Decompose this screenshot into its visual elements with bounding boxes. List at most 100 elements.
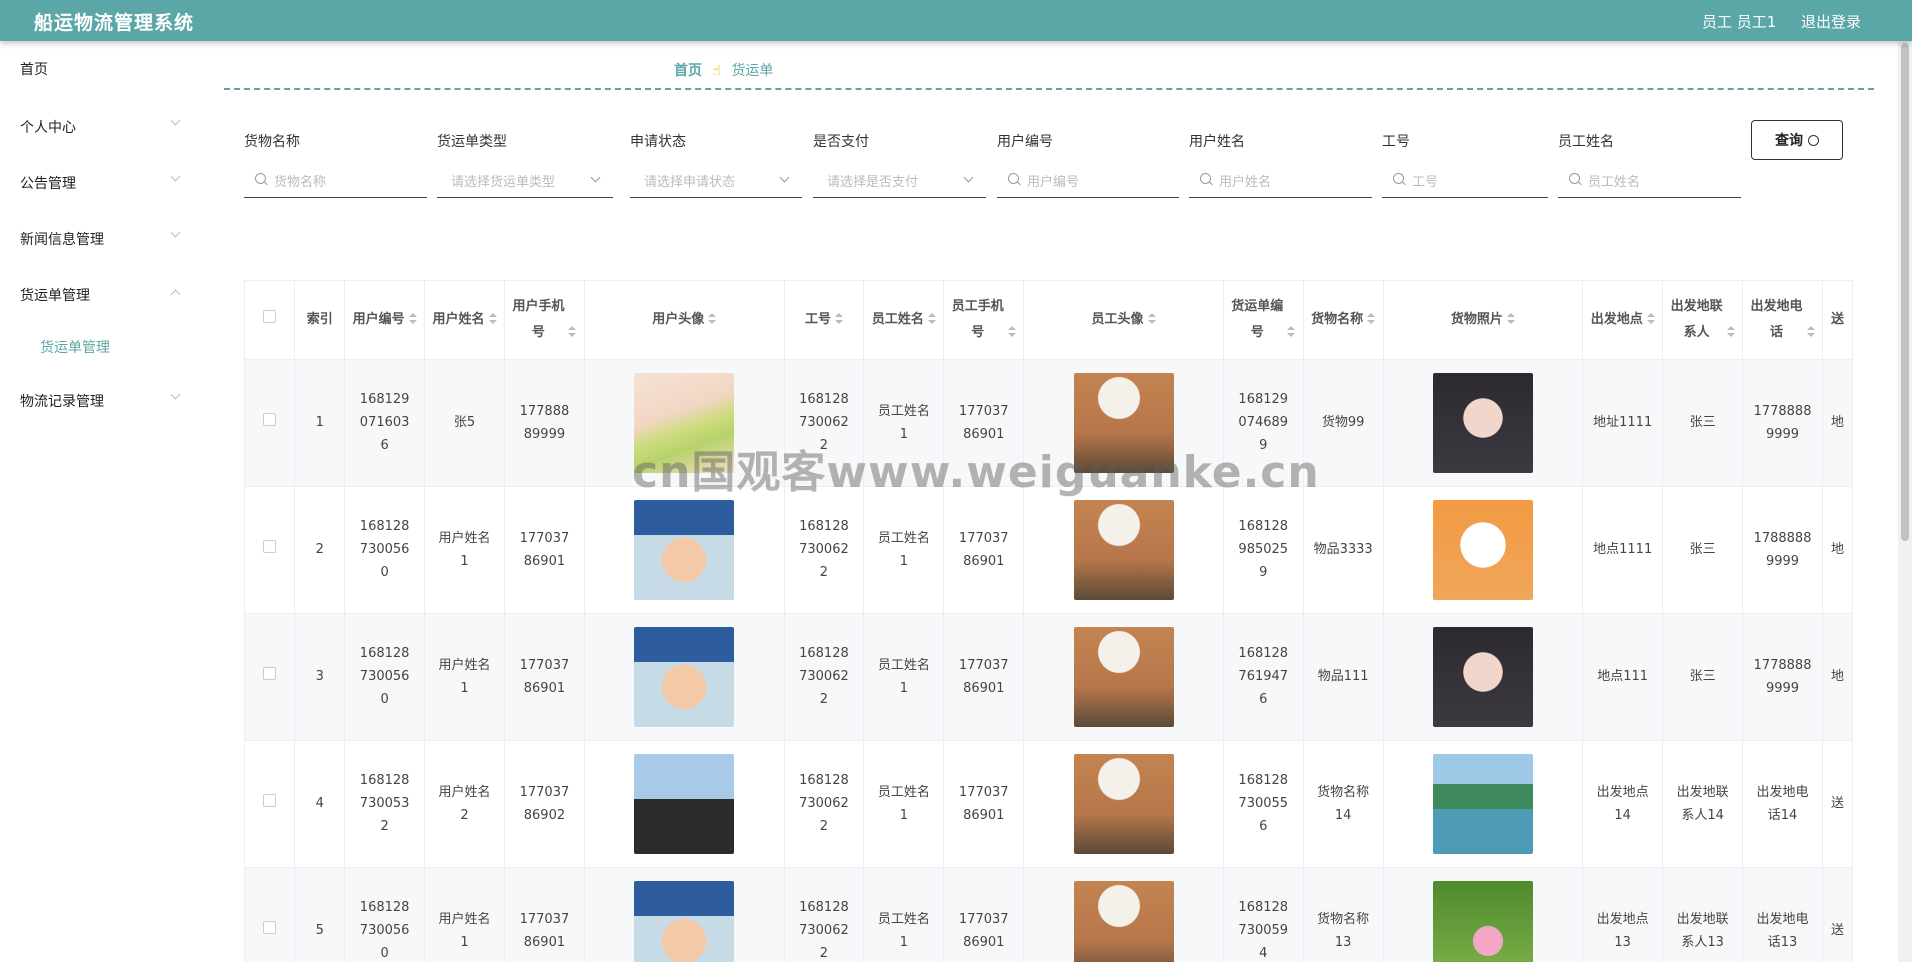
col-header-user-phone[interactable]: 用户手机号 <box>504 281 585 360</box>
col-header-order-no[interactable]: 货运单编号 <box>1223 281 1304 360</box>
staff-avatar-image[interactable] <box>1073 753 1174 854</box>
chevron-down-icon <box>170 227 181 238</box>
row-select-cell[interactable] <box>245 359 296 487</box>
cell-goods-name-text: 物品111 <box>1317 669 1369 684</box>
staff-avatar-image[interactable] <box>1073 372 1174 473</box>
is-paid-select[interactable]: 请选择是否支付 <box>813 162 986 198</box>
table-row[interactable]: 1 1681290716036 张5 17788889999 1681287300622… <box>245 359 1853 487</box>
cell-user-avatar <box>584 486 785 614</box>
staff-name-input[interactable]: 员工姓名 <box>1558 162 1741 198</box>
cell-goods-photo <box>1383 613 1584 741</box>
user-avatar-image[interactable] <box>634 372 735 473</box>
goods-photo-image[interactable] <box>1432 499 1533 600</box>
user-no-placeholder: 用户编号 <box>1027 175 1080 190</box>
col-header-staff-avatar[interactable]: 员工头像 <box>1023 281 1224 360</box>
sort-icon <box>1646 313 1655 325</box>
cell-from-phone-text: 17788889999 <box>1753 657 1812 696</box>
goods-photo-image[interactable] <box>1432 753 1533 854</box>
goods-name-input[interactable]: 货物名称 <box>244 162 427 198</box>
cell-user-no-text: 1681287300560 <box>359 519 410 580</box>
cell-from-place: 地点111 <box>1582 613 1664 741</box>
cell-order-no: 1681289850259 <box>1223 486 1304 614</box>
waybill-table: 索引 用户编号 用户姓名 用户手机号 用户头像 工号 员工姓名 员工手机号 员工… <box>244 280 1853 962</box>
filter-label-user-name: 用户姓名 <box>1189 134 1245 150</box>
search-icon <box>1393 173 1404 184</box>
col-header-staff-no[interactable]: 工号 <box>784 281 865 360</box>
user-name-input[interactable]: 用户姓名 <box>1189 162 1372 198</box>
goods-photo-image[interactable] <box>1432 372 1533 473</box>
apply-status-select[interactable]: 请选择申请状态 <box>630 162 802 198</box>
breadcrumb-home-link[interactable]: 首页 <box>674 63 702 79</box>
col-header-user-avatar[interactable]: 用户头像 <box>584 281 785 360</box>
top-header-bar: 船运物流管理系统 员工 员工1 退出登录 <box>0 0 1912 41</box>
waybill-type-select[interactable]: 请选择货运单类型 <box>437 162 613 198</box>
sidebar-item-logistics-records[interactable]: 物流记录管理 <box>20 391 104 411</box>
row-checkbox[interactable] <box>263 667 277 680</box>
table-row[interactable]: 5 1681287300560 用户姓名1 17703786901 1681287300… <box>245 867 1853 962</box>
row-checkbox[interactable] <box>263 921 277 934</box>
col-header-from-contact[interactable]: 出发地联系人 <box>1662 281 1744 360</box>
cell-from-phone-text: 出发地电话14 <box>1756 784 1809 823</box>
table-row[interactable]: 2 1681287300560 用户姓名1 17703786901 1681287300… <box>245 486 1853 614</box>
col-header-from-place[interactable]: 出发地点 <box>1582 281 1664 360</box>
cell-to-partial: 地 <box>1822 613 1853 741</box>
cell-from-place-text: 出发地点13 <box>1596 911 1649 950</box>
user-avatar-image[interactable] <box>634 880 735 962</box>
goods-photo-image[interactable] <box>1432 626 1533 727</box>
query-button[interactable]: 查询 <box>1751 120 1843 160</box>
user-avatar-image[interactable] <box>634 626 735 727</box>
table-row[interactable]: 4 1681287300532 用户姓名2 17703786902 1681287300… <box>245 740 1853 868</box>
cell-from-contact-text: 张三 <box>1689 542 1716 557</box>
user-avatar-image[interactable] <box>634 499 735 600</box>
cell-from-contact-text: 出发地联系人14 <box>1676 784 1729 823</box>
sidebar-item-news-management[interactable]: 新闻信息管理 <box>20 229 104 249</box>
col-header-staff-phone[interactable]: 员工手机号 <box>943 281 1025 360</box>
cell-goods-photo <box>1383 867 1584 962</box>
col-header-from-phone[interactable]: 出发地电话 <box>1742 281 1823 360</box>
row-checkbox[interactable] <box>263 540 277 553</box>
row-select-cell[interactable] <box>245 867 296 962</box>
user-no-input[interactable]: 用户编号 <box>997 162 1179 198</box>
cell-staff-no-text: 1681287300622 <box>799 900 849 961</box>
col-header-user-no[interactable]: 用户编号 <box>344 281 426 360</box>
logout-link[interactable]: 退出登录 <box>1801 11 1861 32</box>
col-header-staff-name[interactable]: 员工姓名 <box>863 281 945 360</box>
sidebar-subitem-waybill-management[interactable]: 货运单管理 <box>40 337 110 357</box>
cell-user-phone: 17788889999 <box>504 359 585 487</box>
staff-avatar-image[interactable] <box>1073 880 1174 962</box>
staff-name-placeholder: 员工姓名 <box>1588 175 1641 190</box>
col-header-goods-name[interactable]: 货物名称 <box>1303 281 1384 360</box>
sidebar-item-home[interactable]: 首页 <box>20 59 48 79</box>
scrollbar-thumb[interactable] <box>1901 43 1909 541</box>
chevron-down-icon <box>779 172 790 183</box>
select-all-checkbox[interactable] <box>263 309 277 323</box>
row-checkbox[interactable] <box>263 794 277 807</box>
page-scrollbar[interactable] <box>1898 41 1912 962</box>
cell-user-phone: 17703786901 <box>504 486 585 614</box>
cell-from-phone-text: 17788889999 <box>1753 403 1812 442</box>
cell-to-partial: 送 <box>1822 867 1853 962</box>
staff-avatar-image[interactable] <box>1073 626 1174 727</box>
row-select-cell[interactable] <box>245 613 296 741</box>
table-row[interactable]: 3 1681287300560 用户姓名1 17703786901 1681287300… <box>245 613 1853 741</box>
col-header-goods-photo[interactable]: 货物照片 <box>1383 281 1584 360</box>
filter-label-apply-status: 申请状态 <box>630 134 686 150</box>
user-avatar-image[interactable] <box>634 753 735 854</box>
row-checkbox[interactable] <box>263 413 277 426</box>
col-header-user-name[interactable]: 用户姓名 <box>424 281 505 360</box>
goods-photo-image[interactable] <box>1432 880 1533 962</box>
cell-user-no-text: 1681287300532 <box>359 773 410 834</box>
row-select-cell[interactable] <box>245 740 296 868</box>
row-select-cell[interactable] <box>245 486 296 614</box>
cell-from-phone: 出发地电话13 <box>1742 867 1823 962</box>
staff-no-input[interactable]: 工号 <box>1382 162 1548 198</box>
select-all-header[interactable] <box>245 281 296 360</box>
sort-icon <box>488 313 497 325</box>
staff-avatar-image[interactable] <box>1073 499 1174 600</box>
sidebar-item-personal-center[interactable]: 个人中心 <box>20 117 76 137</box>
sidebar-item-notice-management[interactable]: 公告管理 <box>20 173 76 193</box>
cell-staff-no-text: 1681287300622 <box>799 392 849 453</box>
sidebar-item-waybill-management[interactable]: 货运单管理 <box>20 285 90 305</box>
cell-from-phone-text: 出发地电话13 <box>1756 911 1809 950</box>
filter-label-goods-name: 货物名称 <box>244 134 300 150</box>
